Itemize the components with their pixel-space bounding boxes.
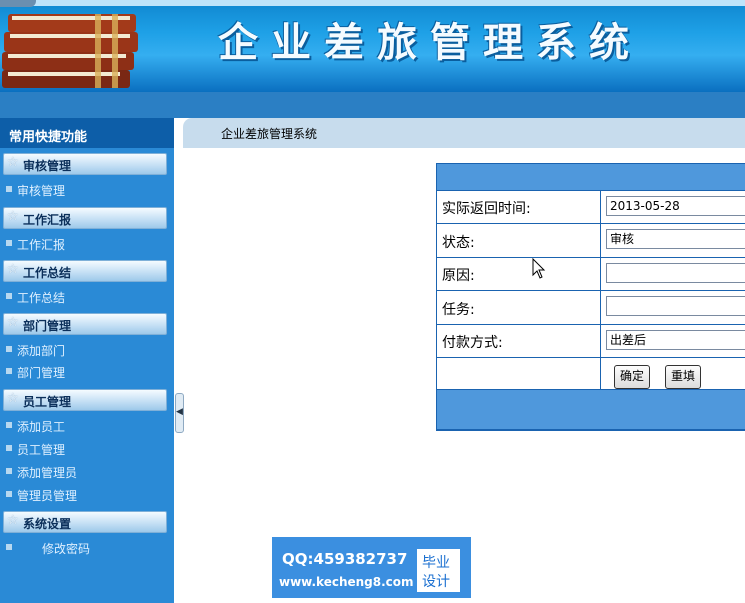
bullet-square-icon: [6, 468, 12, 474]
menu-group-label: 部门管理: [23, 319, 72, 333]
field-value-cell: 2013-05-28: [601, 191, 745, 223]
field-label: 付款方式:: [442, 335, 503, 351]
button-row-cell: 确定 重填: [601, 358, 745, 389]
menu-item-label: 审核管理: [17, 184, 66, 198]
field-label-cell: 状态:: [437, 224, 600, 257]
star-icon: ☆: [7, 209, 19, 224]
star-icon: ☆: [7, 513, 19, 528]
menu-item-label: 管理员管理: [17, 489, 78, 503]
star-icon: ☆: [7, 262, 19, 277]
menu-group-work-summary[interactable]: ☆ 工作总结: [3, 260, 167, 282]
menu-item-work-summary[interactable]: 工作总结: [6, 287, 166, 305]
bullet-square-icon: [6, 346, 12, 352]
menu-item-label: 添加部门: [17, 344, 66, 358]
menu-item-employee-management[interactable]: 员工管理: [6, 439, 166, 457]
menu-item-work-report[interactable]: 工作汇报: [6, 234, 166, 252]
field-label-cell: 任务:: [437, 291, 600, 324]
reason-input[interactable]: [606, 263, 745, 283]
menu-item-label: 员工管理: [17, 443, 66, 457]
bullet-square-icon: [6, 240, 12, 246]
watermark-qq: QQ:459382737: [282, 550, 408, 568]
button-row-label-cell: [437, 358, 600, 389]
form-header-bar: [437, 164, 745, 190]
menu-group-system-settings[interactable]: ☆ 系统设置: [3, 511, 167, 533]
menu-group-label: 系统设置: [23, 517, 72, 531]
app-header: 企业差旅管理系统: [0, 0, 745, 92]
header-band: [0, 92, 745, 118]
field-label-cell: 原因:: [437, 258, 600, 290]
menu-item-department-management[interactable]: 部门管理: [6, 362, 166, 380]
sidebar-menu: ☆ 审核管理 审核管理 ☆ 工作汇报 工作汇报 ☆ 工作总结 工作总结 ☆ 部门…: [0, 148, 174, 603]
bullet-square-icon: [6, 293, 12, 299]
reset-button[interactable]: 重填: [665, 365, 702, 389]
menu-item-label: 添加管理员: [17, 466, 78, 480]
star-icon: ☆: [7, 391, 19, 406]
books-logo-icon: [2, 14, 138, 88]
sidebar: 常用快捷功能 ☆ 审核管理 审核管理 ☆ 工作汇报 工作汇报 ☆ 工作总结 工作…: [0, 118, 174, 603]
field-value-cell: 出差后: [601, 325, 745, 357]
payment-method-input[interactable]: 出差后: [606, 330, 745, 350]
confirm-button[interactable]: 确定: [614, 365, 651, 389]
sidebar-splitter: ◀: [174, 118, 184, 603]
chevron-left-icon: ◀: [176, 407, 183, 417]
bullet-square-icon: [6, 491, 12, 497]
menu-group-label: 工作汇报: [23, 213, 72, 227]
status-input[interactable]: 审核: [606, 229, 745, 249]
watermark-badge-line2: 设计: [422, 574, 450, 590]
field-value-cell: 审核: [601, 224, 745, 257]
field-value-cell: [601, 291, 745, 324]
bullet-square-icon: [6, 445, 12, 451]
system-title: 企业差旅管理系统: [218, 19, 642, 66]
menu-item-label: 修改密码: [42, 542, 91, 556]
menu-group-work-report[interactable]: ☆ 工作汇报: [3, 207, 167, 229]
header-top-strip: [0, 0, 745, 6]
watermark-banner: QQ:459382737 www.kecheng8.com 毕业 设计: [272, 537, 471, 598]
field-label: 状态:: [442, 235, 475, 251]
menu-item-add-admin[interactable]: 添加管理员: [6, 462, 166, 480]
bullet-square-icon: [6, 368, 12, 374]
bullet-square-icon: [6, 422, 12, 428]
collapse-sidebar-handle[interactable]: ◀: [175, 393, 184, 433]
menu-item-audit-management[interactable]: 审核管理: [6, 180, 166, 198]
field-value-cell: [601, 258, 745, 290]
menu-item-change-password[interactable]: 修改密码: [6, 538, 166, 556]
bullet-square-icon: [6, 186, 12, 192]
sidebar-title: 常用快捷功能: [9, 130, 88, 145]
menu-item-add-department[interactable]: 添加部门: [6, 340, 166, 358]
field-label-cell: 付款方式:: [437, 325, 600, 357]
field-label: 任务:: [442, 302, 475, 318]
star-icon: ☆: [7, 315, 19, 330]
breadcrumb-text: 企业差旅管理系统: [221, 127, 318, 141]
menu-group-department[interactable]: ☆ 部门管理: [3, 313, 167, 335]
watermark-url: www.kecheng8.com: [279, 575, 414, 589]
breadcrumb: 企业差旅管理系统: [183, 118, 745, 148]
menu-group-label: 员工管理: [23, 395, 72, 409]
star-icon: ☆: [7, 155, 19, 170]
field-label: 实际返回时间:: [442, 201, 531, 217]
menu-item-label: 工作总结: [17, 291, 66, 305]
header-corner-tab: [0, 0, 36, 7]
return-time-input[interactable]: 2013-05-28: [606, 196, 745, 216]
form-footer-bar: [437, 390, 745, 429]
field-label-cell: 实际返回时间:: [437, 191, 600, 223]
menu-item-add-employee[interactable]: 添加员工: [6, 416, 166, 434]
menu-item-label: 部门管理: [17, 366, 66, 380]
task-input[interactable]: [606, 296, 745, 316]
menu-group-label: 工作总结: [23, 266, 72, 280]
bullet-square-icon: [6, 544, 12, 550]
menu-item-label: 工作汇报: [17, 238, 66, 252]
field-label: 原因:: [442, 268, 475, 284]
menu-item-admin-management[interactable]: 管理员管理: [6, 485, 166, 503]
watermark-badge: 毕业 设计: [417, 549, 460, 592]
watermark-badge-line1: 毕业: [422, 555, 450, 571]
sidebar-title-bar: 常用快捷功能: [0, 118, 174, 148]
menu-group-audit[interactable]: ☆ 审核管理: [3, 153, 167, 175]
menu-group-employee[interactable]: ☆ 员工管理: [3, 389, 167, 411]
edit-form: 实际返回时间: 2013-05-28 状态: 审核 原因: 任务: 付款方式: …: [436, 163, 745, 431]
menu-group-label: 审核管理: [23, 159, 72, 173]
menu-item-label: 添加员工: [17, 420, 66, 434]
mouse-cursor-icon: [532, 258, 546, 279]
